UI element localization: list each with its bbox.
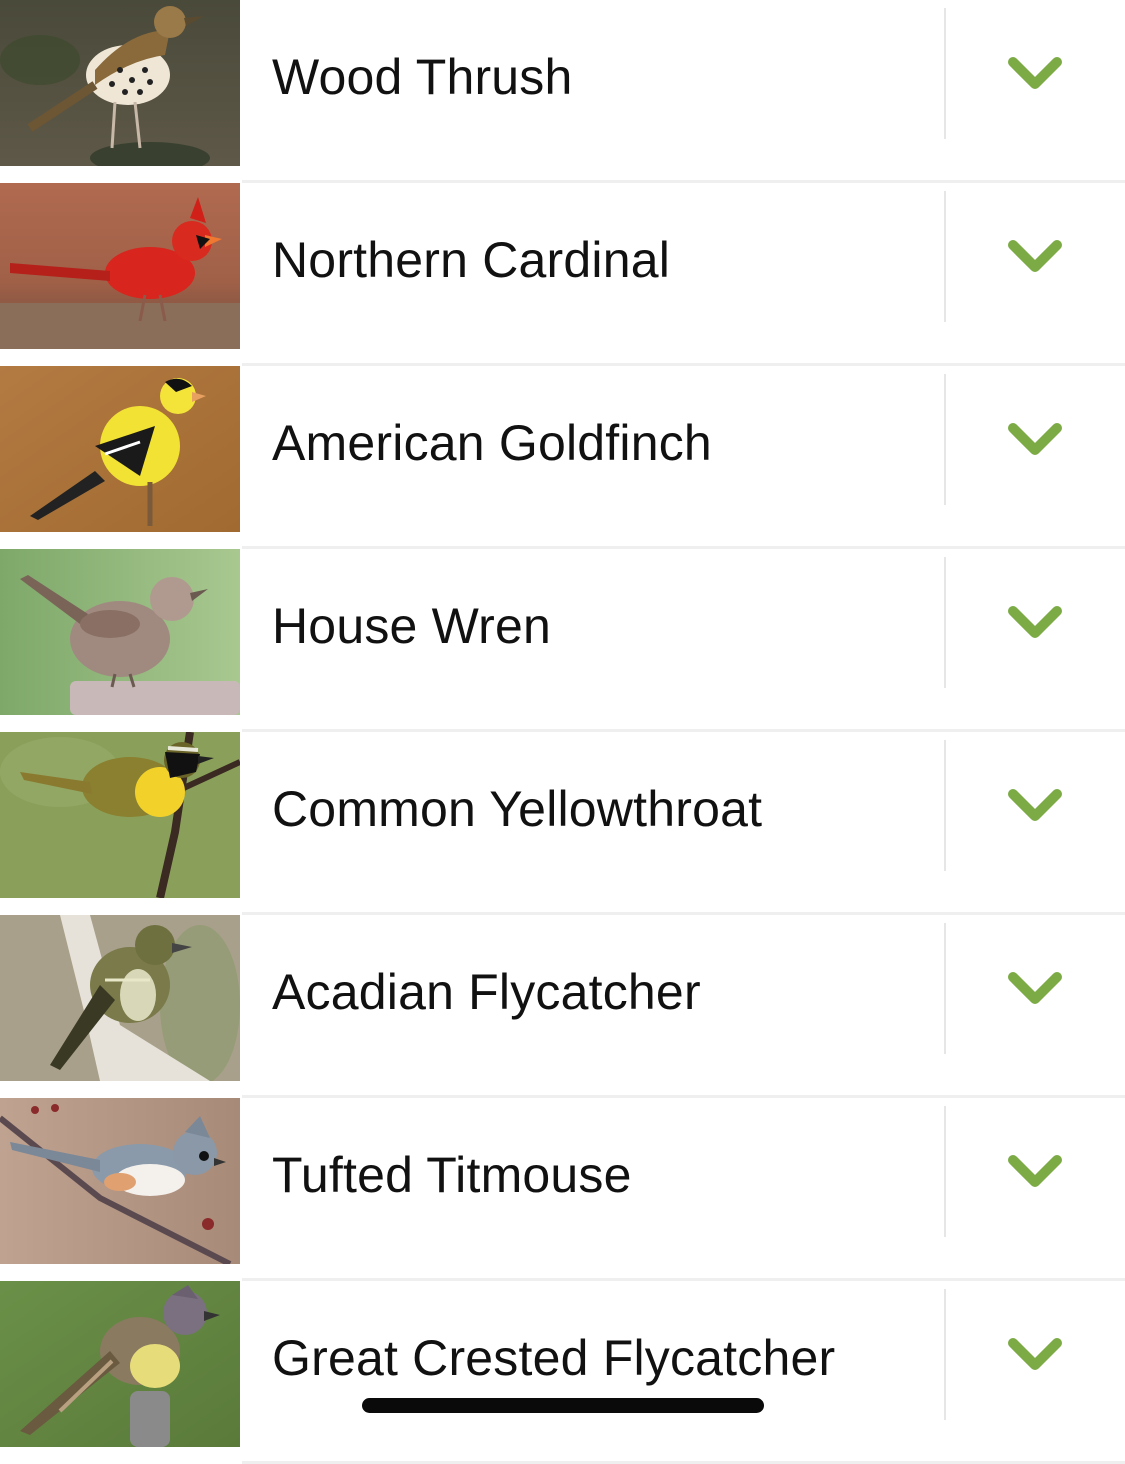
- chevron-down-icon[interactable]: [1000, 1146, 1070, 1196]
- chevron-down-icon[interactable]: [1000, 597, 1070, 647]
- bird-name: Wood Thrush: [272, 49, 573, 105]
- chevron-down-icon[interactable]: [1000, 963, 1070, 1013]
- divider: [944, 557, 946, 688]
- bird-name: Common Yellowthroat: [272, 781, 763, 837]
- list-item[interactable]: Great Crested Flycatcher: [0, 1281, 1125, 1464]
- bird-name: Great Crested Flycatcher: [272, 1330, 836, 1386]
- bird-name: Tufted Titmouse: [272, 1147, 632, 1203]
- bird-photo: [0, 366, 240, 532]
- bird-name: Northern Cardinal: [272, 232, 671, 288]
- list-item[interactable]: House Wren: [0, 549, 1125, 732]
- divider: [944, 740, 946, 871]
- list-item[interactable]: Tufted Titmouse: [0, 1098, 1125, 1281]
- divider: [944, 374, 946, 505]
- bird-name: American Goldfinch: [272, 415, 712, 471]
- divider: [944, 923, 946, 1054]
- chevron-down-icon[interactable]: [1000, 414, 1070, 464]
- bird-photo: [0, 1098, 240, 1264]
- bird-photo: [0, 183, 240, 349]
- chevron-down-icon[interactable]: [1000, 1329, 1070, 1379]
- divider: [944, 1289, 946, 1420]
- chevron-down-icon[interactable]: [1000, 780, 1070, 830]
- list-item[interactable]: Common Yellowthroat: [0, 732, 1125, 915]
- divider: [944, 191, 946, 322]
- bird-photo: [0, 0, 240, 166]
- acadian-flycatcher-photo: [0, 915, 240, 1081]
- bird-name: Acadian Flycatcher: [272, 964, 701, 1020]
- home-indicator[interactable]: [362, 1398, 764, 1413]
- chevron-down-icon[interactable]: [1000, 48, 1070, 98]
- northern-cardinal-photo: [0, 183, 240, 349]
- bird-photo: [0, 549, 240, 715]
- american-goldfinch-photo: [0, 366, 240, 532]
- divider: [944, 8, 946, 139]
- chevron-down-icon[interactable]: [1000, 231, 1070, 281]
- list-item[interactable]: Wood Thrush: [0, 0, 1125, 183]
- great-crested-flycatcher-photo: [0, 1281, 240, 1447]
- common-yellowthroat-photo: [0, 732, 240, 898]
- bird-photo: [0, 1281, 240, 1447]
- bird-name: House Wren: [272, 598, 551, 654]
- tufted-titmouse-photo: [0, 1098, 240, 1264]
- bird-photo: [0, 915, 240, 1081]
- list-item[interactable]: Northern Cardinal: [0, 183, 1125, 366]
- house-wren-photo: [0, 549, 240, 715]
- wood-thrush-photo: [0, 0, 240, 166]
- divider: [944, 1106, 946, 1237]
- list-item[interactable]: American Goldfinch: [0, 366, 1125, 549]
- list-item[interactable]: Acadian Flycatcher: [0, 915, 1125, 1098]
- bird-photo: [0, 732, 240, 898]
